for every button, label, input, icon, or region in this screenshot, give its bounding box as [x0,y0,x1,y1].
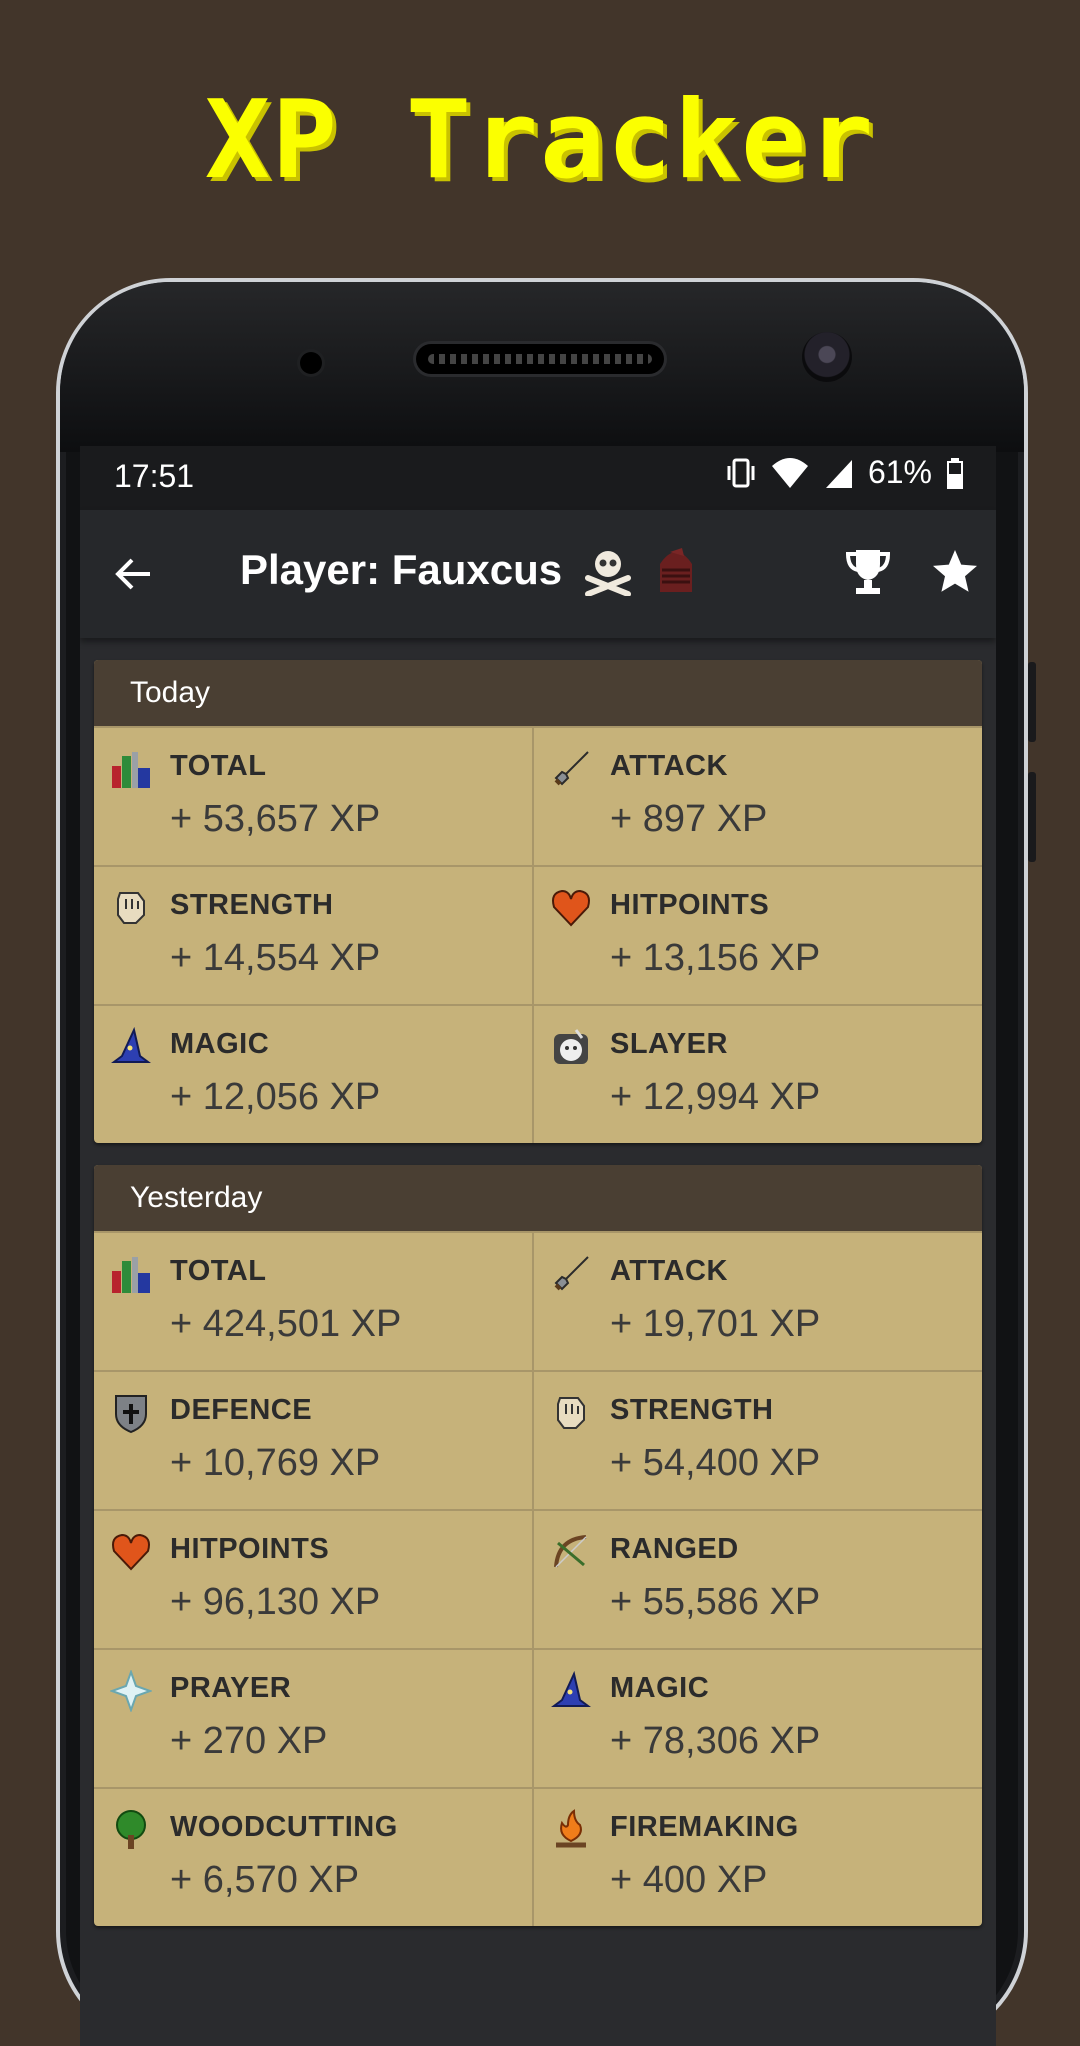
skill-name: FIREMAKING [610,1811,799,1843]
skill-cell-ranged[interactable]: RANGED + 55,586 XP [534,1509,982,1648]
battery-percent: 61% [867,454,932,490]
app-bar: Player: Fauxcus [80,510,996,638]
hitpoints-icon [110,1531,152,1573]
total-icon [110,748,152,790]
status-bar: 17:51 61% [80,446,996,510]
skill-xp: + 55,586 XP [610,1581,821,1623]
skill-xp: + 13,156 XP [610,937,821,979]
card-header: Yesterday [94,1165,982,1231]
signal-icon [825,459,852,488]
xp-card-yesterday: Yesterday TOTAL + 424,501 XP ATTACK + 19,70… [94,1165,982,1926]
phone-frame: 17:51 61% Player: Fauxcus Today TOTAL + … [56,278,1036,2046]
skill-cell-attack[interactable]: ATTACK + 19,701 XP [534,1231,982,1370]
total-icon [110,1253,152,1295]
skill-name: HITPOINTS [170,1533,330,1565]
skill-name: DEFENCE [170,1394,313,1426]
phone-bezel [60,282,1024,452]
skill-xp: + 424,501 XP [170,1303,402,1345]
earpiece-speaker [416,344,664,374]
skill-name: STRENGTH [170,889,334,921]
skill-cell-magic[interactable]: MAGIC + 78,306 XP [534,1648,982,1787]
skill-xp: + 400 XP [610,1859,768,1901]
skill-xp: + 12,056 XP [170,1076,381,1118]
skill-cell-strength[interactable]: STRENGTH + 54,400 XP [534,1370,982,1509]
xp-card-today: Today TOTAL + 53,657 XP ATTACK + 897 XP STRE… [94,660,982,1143]
skill-xp: + 12,994 XP [610,1076,821,1118]
skill-name: ATTACK [610,750,728,782]
skill-cell-total[interactable]: TOTAL + 424,501 XP [94,1231,534,1370]
skill-cell-hitpoints[interactable]: HITPOINTS + 96,130 XP [94,1509,534,1648]
skill-name: TOTAL [170,750,267,782]
camera-sensor [802,332,852,382]
skill-name: ATTACK [610,1255,728,1287]
skill-name: WOODCUTTING [170,1811,398,1843]
skill-xp: + 78,306 XP [610,1720,821,1762]
skull-icon [585,551,632,596]
screen: 17:51 61% Player: Fauxcus Today TOTAL + … [80,446,996,2046]
power-button [1028,772,1036,862]
slayer-icon [550,1026,592,1068]
skill-xp: + 270 XP [170,1720,328,1762]
strength-icon [110,887,152,929]
skill-name: MAGIC [610,1672,710,1704]
skill-cell-attack[interactable]: ATTACK + 897 XP [534,726,982,865]
back-arrow-icon[interactable] [110,550,158,598]
magic-icon [550,1670,592,1712]
firemaking-icon [550,1809,592,1851]
ironman-helm-icon [660,548,693,592]
status-icons: 61% [726,454,964,491]
skill-name: MAGIC [170,1028,270,1060]
defence-icon [110,1392,152,1434]
skill-xp: + 53,657 XP [170,798,381,840]
skill-xp: + 14,554 XP [170,937,381,979]
skill-cell-firemaking[interactable]: FIREMAKING + 400 XP [534,1787,982,1926]
skill-cell-hitpoints[interactable]: HITPOINTS + 13,156 XP [534,865,982,1004]
prayer-icon [109,1669,153,1713]
card-header: Today [94,660,982,726]
wifi-icon [771,457,808,488]
skill-xp: + 54,400 XP [610,1442,821,1484]
battery-icon [947,457,963,489]
page-title: Player: Fauxcus [240,544,698,596]
skill-cell-woodcutting[interactable]: WOODCUTTING + 6,570 XP [94,1787,534,1926]
skill-xp: + 10,769 XP [170,1442,381,1484]
attack-icon [550,748,592,790]
magic-icon [110,1026,152,1068]
ranged-icon [550,1531,592,1573]
skill-name: RANGED [610,1533,739,1565]
skill-name: PRAYER [170,1672,292,1704]
content-list: Today TOTAL + 53,657 XP ATTACK + 897 XP STRE… [80,638,996,1926]
skill-xp: + 19,701 XP [610,1303,821,1345]
skill-cell-prayer[interactable]: PRAYER + 270 XP [94,1648,534,1787]
trophy-icon[interactable] [844,546,892,598]
skill-name: SLAYER [610,1028,728,1060]
hitpoints-icon [550,887,592,929]
skill-grid: TOTAL + 424,501 XP ATTACK + 19,701 XP DEFENC… [94,1231,982,1926]
skill-grid: TOTAL + 53,657 XP ATTACK + 897 XP STRENGTH + … [94,726,982,1143]
skill-cell-strength[interactable]: STRENGTH + 14,554 XP [94,865,534,1004]
woodcutting-icon [110,1809,152,1851]
skill-xp: + 96,130 XP [170,1581,381,1623]
skill-name: TOTAL [170,1255,267,1287]
player-name: Player: Fauxcus [240,546,563,593]
skill-cell-total[interactable]: TOTAL + 53,657 XP [94,726,534,865]
skill-cell-defence[interactable]: DEFENCE + 10,769 XP [94,1370,534,1509]
status-time: 17:51 [114,458,195,494]
star-icon[interactable] [930,546,980,596]
app-bar-actions [844,546,980,598]
skill-cell-slayer[interactable]: SLAYER + 12,994 XP [534,1004,982,1143]
skill-xp: + 897 XP [610,798,768,840]
vibrate-icon [727,458,755,487]
skill-name: STRENGTH [610,1394,774,1426]
strength-icon [550,1392,592,1434]
front-camera [300,352,322,374]
skill-xp: + 6,570 XP [170,1859,360,1901]
volume-button [1028,662,1036,742]
skill-cell-magic[interactable]: MAGIC + 12,056 XP [94,1004,534,1143]
promo-title: XP Tracker [204,78,876,203]
attack-icon [550,1253,592,1295]
skill-name: HITPOINTS [610,889,770,921]
